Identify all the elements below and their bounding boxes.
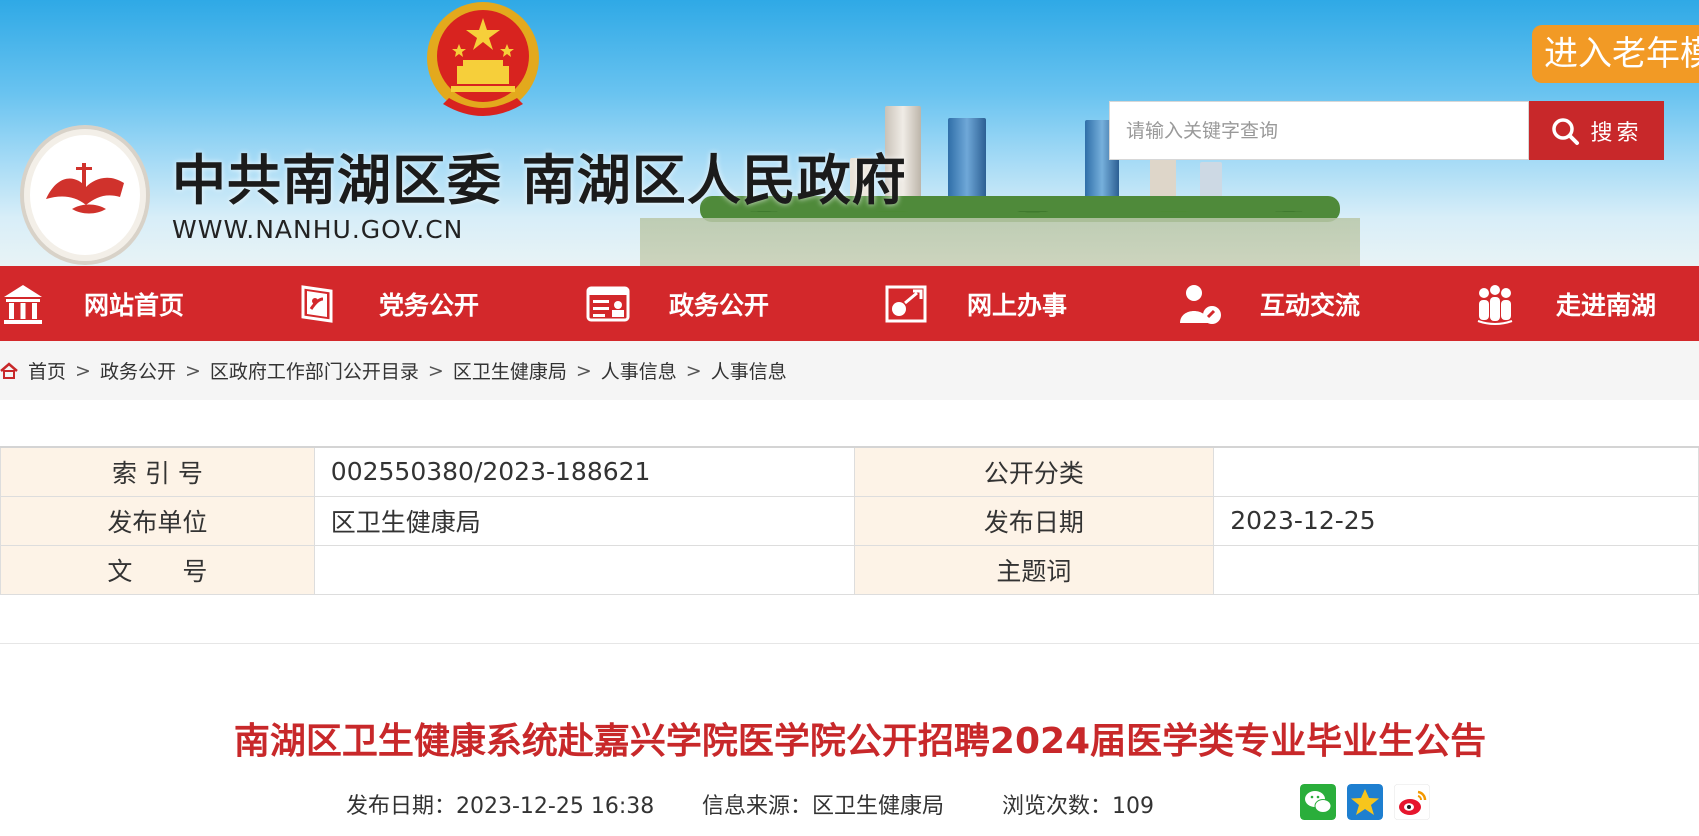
breadcrumb: 首页 > 政务公开 > 区政府工作部门公开目录 > 区卫生健康局 > 人事信息 …: [0, 341, 1699, 400]
article-source: 信息来源：区卫生健康局: [702, 794, 945, 819]
category-label: 公开分类: [853, 446, 1215, 497]
party-flag-icon: [301, 284, 333, 323]
site-url: WWW.NANHU.GOV.CN: [172, 215, 464, 244]
table-row: 文 号 主题词: [0, 544, 1699, 595]
breadcrumb-separator: >: [184, 359, 201, 382]
index-number-label: 索 引 号: [0, 446, 315, 497]
publisher-value: 区卫生健康局: [313, 495, 855, 546]
nav-item-home[interactable]: 网站首页: [0, 266, 184, 341]
person-chat-icon: [1180, 284, 1221, 324]
section-divider: [0, 643, 1699, 644]
nav-item-label: 党务公开: [379, 290, 480, 320]
breadcrumb-item[interactable]: 区政府工作部门公开目录: [210, 357, 419, 384]
breadcrumb-item[interactable]: 人事信息: [601, 357, 677, 384]
publish-date-label: 发布日期: [853, 495, 1215, 546]
nav-item-label: 走进南湖: [1556, 290, 1657, 320]
lake-water: [640, 218, 1360, 266]
nanhu-logo-icon: [46, 163, 124, 214]
article-title: 南湖区卫生健康系统赴嘉兴学院医学院公开招聘2024届医学类专业毕业生公告: [233, 721, 1487, 762]
breadcrumb-separator: >: [75, 359, 91, 382]
breadcrumb-item[interactable]: 人事信息: [711, 357, 787, 384]
elder-mode-button[interactable]: 进入老年模式: [1532, 25, 1699, 83]
group-people-icon: [1477, 284, 1513, 325]
nanhu-logo: [20, 125, 150, 265]
breadcrumb-separator: >: [427, 359, 444, 382]
home-icon: [0, 361, 18, 379]
table-row: 索 引 号 002550380/2023-188621 公开分类: [0, 446, 1699, 497]
index-number-value: 002550380/2023-188621: [313, 446, 855, 497]
search-button[interactable]: 搜索: [1529, 101, 1664, 160]
keywords-value: [1213, 544, 1699, 595]
breadcrumb-item[interactable]: 区卫生健康局: [453, 357, 567, 384]
document-number-label: 文 号: [0, 544, 315, 595]
document-info-table: 索 引 号 002550380/2023-188621 公开分类 发布单位 区卫…: [0, 446, 1699, 595]
search-input[interactable]: [1109, 101, 1529, 160]
search-icon: [1552, 117, 1580, 145]
breadcrumb-separator: >: [685, 359, 702, 382]
nav-item-label: 互动交流: [1260, 290, 1361, 320]
search-button-label: 搜索: [1590, 120, 1643, 146]
skyline-building: [948, 118, 986, 206]
weibo-icon[interactable]: [1394, 784, 1430, 820]
article-publish-date: 发布日期：2023-12-25 16:38: [346, 794, 655, 819]
nav-item-party-affairs[interactable]: 党务公开: [295, 266, 479, 341]
nav-item-label: 网站首页: [84, 290, 185, 320]
home-building-icon: [4, 284, 42, 324]
publisher-label: 发布单位: [0, 495, 315, 546]
header-banner: 中共南湖区委 南湖区人民政府 WWW.NANHU.GOV.CN 进入老年模式 搜…: [0, 0, 1699, 266]
breadcrumb-item[interactable]: 首页: [28, 357, 66, 384]
nav-item-label: 网上办事: [967, 290, 1068, 320]
nav-item-interaction[interactable]: 互动交流: [1176, 266, 1360, 341]
national-emblem-icon: [427, 2, 539, 116]
site-title: 中共南湖区委 南湖区人民政府: [172, 149, 907, 212]
publish-date-value: 2023-12-25: [1213, 495, 1699, 546]
online-service-icon: [885, 285, 927, 322]
nav-item-government-affairs[interactable]: 政务公开: [585, 266, 769, 341]
table-row: 发布单位 区卫生健康局 发布日期 2023-12-25: [0, 495, 1699, 546]
id-card-icon: [586, 286, 630, 321]
category-value: [1213, 446, 1699, 497]
breadcrumb-separator: >: [575, 359, 592, 382]
main-nav: 网站首页 党务公开 政务公开 网上办事 互动交流 走进南湖: [0, 266, 1699, 341]
wechat-icon[interactable]: [1300, 784, 1336, 820]
document-number-value: [313, 544, 855, 595]
nav-item-about-nanhu[interactable]: 走进南湖: [1472, 266, 1656, 341]
article-view-count: 浏览次数：109: [1002, 794, 1154, 819]
breadcrumb-item[interactable]: 政务公开: [100, 357, 176, 384]
favorite-star-icon[interactable]: [1347, 784, 1383, 820]
keywords-label: 主题词: [853, 544, 1215, 595]
nav-item-online-services[interactable]: 网上办事: [883, 266, 1067, 341]
nav-item-label: 政务公开: [669, 290, 770, 320]
